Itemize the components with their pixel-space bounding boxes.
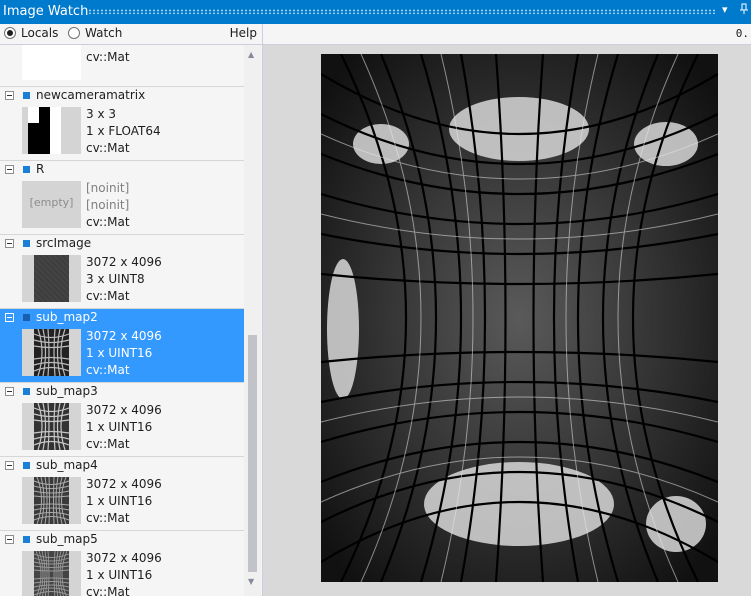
collapse-toggle[interactable] [5, 91, 14, 100]
var-dims: 3 x 3 [86, 107, 116, 121]
var-class: cv::Mat [86, 141, 130, 155]
var-name: sub_map5 [36, 532, 98, 546]
var-type: 1 x UINT16 [86, 420, 153, 434]
collapse-toggle[interactable] [5, 165, 14, 174]
var-name: sub_map4 [36, 458, 98, 472]
var-dims: [noinit] [86, 181, 130, 195]
variable-icon [23, 240, 30, 247]
var-class: cv::Mat [86, 289, 130, 303]
pixel-value-readout: 0. [735, 27, 749, 40]
scroll-up-arrow-icon[interactable]: ▲ [248, 50, 254, 59]
list-item[interactable]: R [empty] [noinit] [noinit] cv::Mat [0, 161, 244, 235]
var-name: sub_map3 [36, 384, 98, 398]
var-type: 1 x UINT16 [86, 568, 153, 582]
var-class: cv::Mat [86, 50, 130, 64]
variables-list: 1 x FLOAT32 cv::Mat newcameramatrix [0, 45, 244, 596]
locals-watch-toolbar: Locals Watch Help [0, 24, 262, 45]
var-type: 1 x UINT16 [86, 346, 153, 360]
viewer-toolbar: 0. [263, 24, 751, 45]
var-type: 1 x FLOAT64 [86, 124, 161, 138]
thumbnail [22, 403, 81, 450]
variable-icon [23, 388, 30, 395]
watch-radio-label[interactable]: Watch [85, 26, 122, 40]
var-dims: 3072 x 4096 [86, 403, 162, 417]
collapse-toggle[interactable] [5, 535, 14, 544]
list-item[interactable]: sub_map2 3072 x 4096 1 x UINT16 cv::Mat [0, 309, 244, 383]
thumbnail: [empty] [22, 181, 81, 228]
variable-icon [23, 92, 30, 99]
thumbnail [22, 551, 81, 596]
thumbnail [22, 255, 81, 302]
collapse-toggle[interactable] [5, 461, 14, 470]
variable-icon [23, 462, 30, 469]
var-name: srcImage [36, 236, 92, 250]
collapse-toggle[interactable] [5, 387, 14, 396]
var-type: 1 x UINT16 [86, 494, 153, 508]
var-class: cv::Mat [86, 215, 130, 229]
scrollbar-thumb[interactable] [248, 335, 257, 572]
list-item[interactable]: sub_map3 3072 x 4096 1 x UINT16 cv::Mat [0, 383, 244, 457]
chevron-down-icon[interactable]: ▾ [722, 3, 728, 16]
thumbnail [22, 45, 81, 80]
var-class: cv::Mat [86, 585, 130, 596]
list-item[interactable]: sub_map4 3072 x 4096 1 x UINT16 cv::Mat [0, 457, 244, 531]
var-class: cv::Mat [86, 363, 130, 377]
var-type: [noinit] [86, 198, 130, 212]
distortion-map-image[interactable] [321, 54, 718, 582]
collapse-toggle[interactable] [5, 313, 14, 322]
tool-window-title-bar[interactable]: Image Watch ▾ [0, 0, 751, 24]
title-grip[interactable] [88, 9, 717, 14]
variable-icon [23, 314, 30, 321]
var-dims: 3072 x 4096 [86, 477, 162, 491]
pin-icon[interactable] [739, 3, 749, 18]
var-name: R [36, 162, 45, 176]
list-item[interactable]: newcameramatrix 3 x 3 1 x FLOAT64 cv::Ma… [0, 87, 244, 161]
locals-radio[interactable] [4, 27, 16, 39]
variables-scrollbar[interactable]: ▲ ▼ [244, 45, 261, 596]
thumbnail [22, 107, 81, 154]
variable-icon [23, 166, 30, 173]
var-name: newcameramatrix [36, 88, 146, 102]
locals-radio-label[interactable]: Locals [21, 26, 58, 40]
collapse-toggle[interactable] [5, 239, 14, 248]
var-name: sub_map2 [36, 310, 98, 324]
thumbnail [22, 477, 81, 524]
image-viewer[interactable] [263, 45, 751, 596]
window-title: Image Watch [3, 4, 89, 19]
var-type: 3 x UINT8 [86, 272, 145, 286]
var-class: cv::Mat [86, 511, 130, 525]
list-item[interactable]: sub_map5 3072 x 4096 1 x UINT16 cv::Mat [0, 531, 244, 596]
thumbnail [22, 329, 81, 376]
help-link[interactable]: Help [230, 26, 257, 40]
var-dims: 3072 x 4096 [86, 329, 162, 343]
variables-panel: 1 x FLOAT32 cv::Mat newcameramatrix [0, 45, 262, 596]
var-dims: 3072 x 4096 [86, 255, 162, 269]
watch-radio[interactable] [68, 27, 80, 39]
list-item[interactable]: 1 x FLOAT32 cv::Mat [0, 45, 244, 87]
empty-thumbnail-label: [empty] [29, 196, 74, 209]
var-dims: 3072 x 4096 [86, 551, 162, 565]
list-item[interactable]: srcImage 3072 x 4096 3 x UINT8 cv::Mat [0, 235, 244, 309]
variable-icon [23, 536, 30, 543]
scroll-down-arrow-icon[interactable]: ▼ [248, 577, 254, 586]
var-class: cv::Mat [86, 437, 130, 451]
